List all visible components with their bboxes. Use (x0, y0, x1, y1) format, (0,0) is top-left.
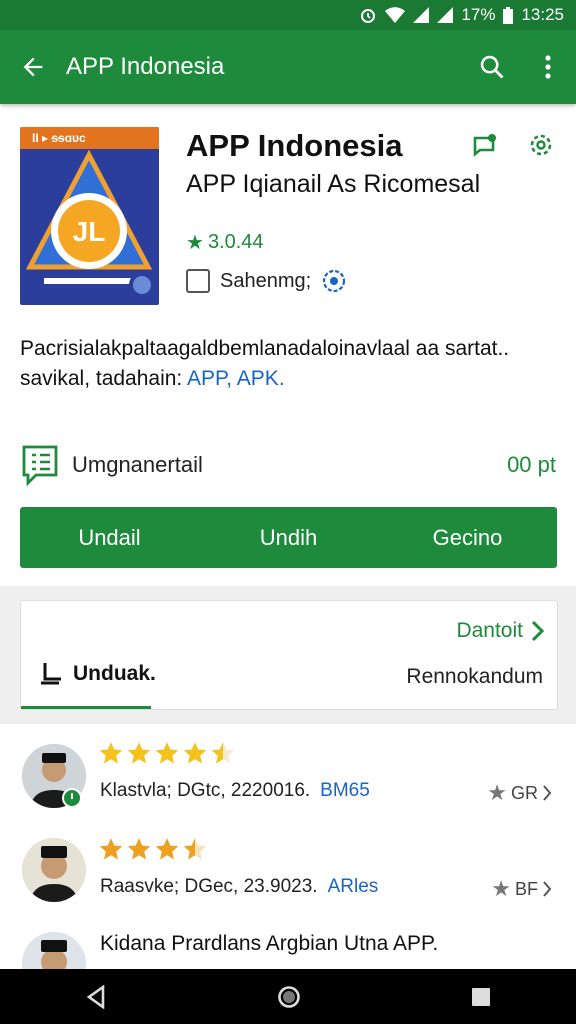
checkbox-label: Sahenmg; (220, 269, 312, 292)
chevron-right-icon (543, 881, 552, 897)
tab-indicator (21, 706, 151, 709)
install-label: Umgnanertail (72, 452, 203, 477)
app-logo-icon: JL (25, 149, 155, 298)
install-info-row: Umgnanertail 00 pt (20, 440, 556, 490)
status-bar: 17% 13:25 (0, 0, 576, 30)
review-meta: Klastvla; DGtc, 2220016. BM65 (100, 780, 370, 802)
search-button[interactable] (464, 30, 520, 104)
review-tag[interactable]: BM65 (320, 780, 370, 801)
status-time: 13:25 (521, 5, 564, 24)
app-name: APP Indonesia (186, 128, 403, 163)
description: Pacrisialakpaltaagaldbemlanadaloinavlaal… (20, 334, 560, 394)
avatar (22, 932, 86, 969)
review-meta: Raasvke; DGec, 23.9023. ARles (100, 876, 378, 898)
settings-icon[interactable] (526, 130, 556, 160)
battery-percent: 17% (461, 5, 496, 24)
install-size: 00 pt (507, 452, 556, 477)
nav-back-icon[interactable] (85, 984, 107, 1009)
review-stars (98, 836, 208, 862)
app-logo-letters: JL (73, 216, 106, 247)
star-icon (155, 838, 179, 860)
download-card: Dantoit Unduak. Rennokandum (20, 600, 558, 710)
review-text: Kidana Prardlans Argbian Utna APP. (100, 932, 439, 955)
review-rating-link[interactable]: ★ GR (487, 780, 552, 806)
review-author-date: Klastvla; DGtc, 2220016. (100, 780, 311, 801)
nav-recents-icon[interactable] (471, 987, 491, 1007)
review-rating-link[interactable]: ★ BF (491, 876, 552, 902)
chat-list-icon (22, 445, 58, 487)
review-item[interactable]: Klastvla; DGtc, 2220016. BM65 ★ GR (0, 736, 576, 826)
system-nav-bar (0, 969, 576, 1024)
action-button-bar: Undail Undih Gecino (20, 507, 557, 568)
app-icon-band: II ▸ ᵴᵴɑᴜᴄ (20, 127, 159, 149)
search-icon (480, 55, 504, 79)
description-link[interactable]: APP, APK. (187, 367, 285, 390)
action-button-3[interactable]: Gecino (378, 507, 557, 568)
developer-name[interactable]: APP Iqianail As Ricomesal (186, 170, 480, 199)
star-icon (183, 742, 207, 764)
rating-row: ★ 3.0.44 (186, 230, 264, 255)
more-label: Dantoit (456, 619, 523, 642)
action-button-1[interactable]: Undail (20, 507, 199, 568)
review-author-date: Raasvke; DGec, 23.9023. (100, 876, 318, 897)
rating-value: 3.0.44 (207, 231, 264, 253)
download-tab[interactable]: Unduak. (37, 661, 156, 687)
arrow-back-icon (23, 57, 43, 77)
app-header: II ▸ ᵴᵴɑᴜᴄ JL APP Indonesia APP Iqianail… (0, 104, 576, 324)
checkbox[interactable] (186, 269, 210, 293)
avatar (22, 838, 86, 902)
review-item[interactable]: Raasvke; DGec, 23.9023. ARles ★ BF (0, 830, 576, 920)
download-icon (41, 663, 61, 685)
description-line-1: Pacrisialakpaltaagaldbemlanadaloinavlaal… (20, 337, 510, 360)
app-icon: II ▸ ᵴᵴɑᴜᴄ JL (20, 127, 159, 305)
star-icon (155, 742, 179, 764)
star-icon (99, 742, 123, 764)
star-icon (127, 742, 151, 764)
battery-icon (503, 6, 514, 24)
action-button-2[interactable]: Undih (199, 507, 378, 568)
more-vert-icon (545, 55, 551, 79)
review-count: GR (511, 782, 538, 803)
signal-icon (413, 7, 430, 23)
verified-badge-icon (62, 788, 82, 808)
chevron-right-icon (543, 785, 552, 801)
star-half-icon (183, 838, 207, 860)
more-link[interactable]: Dantoit (456, 619, 545, 643)
recommend-tab[interactable]: Rennokandum (406, 665, 543, 689)
overflow-menu-button[interactable] (520, 30, 576, 104)
back-button[interactable] (0, 30, 66, 104)
star-icon (99, 838, 123, 860)
info-badge-icon (323, 269, 346, 293)
app-bar-title: APP Indonesia (66, 53, 225, 80)
download-label: Unduak. (73, 662, 156, 685)
alarm-icon (361, 9, 376, 23)
share-icon[interactable] (470, 130, 500, 160)
review-tag[interactable]: ARles (328, 876, 379, 897)
app-bar: APP Indonesia (0, 30, 576, 104)
star-gray-icon: ★ (487, 780, 507, 805)
checkbox-row[interactable]: Sahenmg; (186, 268, 347, 294)
chevron-right-icon (531, 620, 545, 642)
star-icon: ★ (186, 232, 204, 254)
review-item[interactable]: Kidana Prardlans Argbian Utna APP. (0, 924, 576, 969)
review-stars (98, 740, 236, 766)
review-count: BF (514, 878, 538, 899)
wifi-icon (385, 7, 406, 23)
description-line-2: savikal, tadahain: APP, APK. (20, 364, 560, 394)
signal-icon (437, 7, 454, 23)
star-icon (127, 838, 151, 860)
star-half-icon (211, 742, 235, 764)
star-gray-icon: ★ (491, 876, 511, 901)
description-text: savikal, tadahain: (20, 367, 183, 390)
nav-home-icon[interactable] (277, 985, 301, 1009)
